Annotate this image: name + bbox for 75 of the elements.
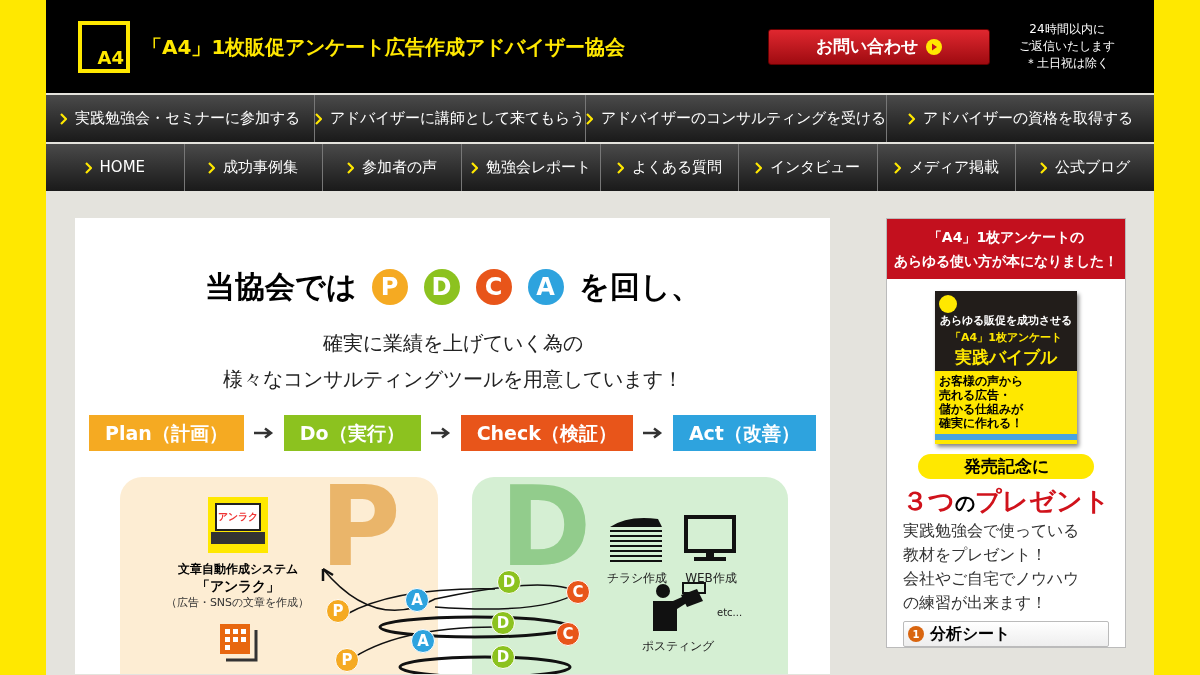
reply-note: ＊土日祝は除く xyxy=(1025,55,1109,72)
headline-text: を回し、 xyxy=(578,268,701,306)
arrow-icon xyxy=(430,427,451,439)
nav-link[interactable]: よくある質問 xyxy=(599,144,739,191)
nav-link[interactable]: メディア掲載 xyxy=(876,144,1016,191)
headline-text: 当協会では xyxy=(204,268,357,306)
nav-link[interactable]: 公式ブログ xyxy=(1015,144,1154,191)
tool-note: （広告・SNSの文章を作成） xyxy=(165,595,310,611)
banner-text: あらゆる使い方が本になりました！ xyxy=(894,252,1118,271)
chevron-icon xyxy=(616,161,624,174)
book-subtitle: 実践バイブル xyxy=(955,346,1057,368)
banner-text: 「A4」1枚アンケートの xyxy=(927,228,1085,247)
step-label: Do（実行） xyxy=(283,415,421,451)
nav-link[interactable]: アドバイザーの資格を取得する xyxy=(885,95,1154,142)
icon-caption: WEB作成 xyxy=(685,570,737,587)
nav-link[interactable]: HOME xyxy=(46,144,184,191)
letter-badge: P xyxy=(371,268,408,305)
site-title: 「A4」1枚販促アンケート広告作成アドバイザー協会 xyxy=(142,33,626,61)
reply-note: ご返信いたします xyxy=(1019,38,1115,55)
subtitle-text: 確実に業績を上げていく為の xyxy=(322,330,583,357)
contact-button[interactable]: お問い合わせ xyxy=(768,28,990,65)
chevron-icon xyxy=(314,112,322,125)
number-badge: 1 xyxy=(908,626,924,642)
book-pitch: 売れる広告・ xyxy=(939,388,1012,402)
letter-badge: A xyxy=(527,268,564,305)
present-headline: ３つのプレゼント xyxy=(902,485,1110,518)
book-pitch: お客様の声から xyxy=(939,374,1024,388)
nav-link[interactable]: 参加者の声 xyxy=(322,144,461,191)
chevron-icon xyxy=(84,161,92,174)
description-text: 教材をプレゼント！ xyxy=(903,544,1048,566)
grid-icon xyxy=(218,622,258,662)
nav-link[interactable]: インタビュー xyxy=(738,144,877,191)
nav-link[interactable]: 実践勉強会・セミナーに参加する xyxy=(46,95,314,142)
subtitle-text: 様々なコンサルティングツールを用意しています！ xyxy=(222,366,683,393)
book-lead: あらゆる販促を成功させる xyxy=(940,313,1072,329)
description-text: 実践勉強会で使っている xyxy=(903,520,1080,542)
panel-letter: D xyxy=(500,485,592,569)
nav-link[interactable]: 成功事例集 xyxy=(183,144,323,191)
chevron-icon xyxy=(347,161,355,174)
nav-link[interactable]: 勉強会レポート xyxy=(460,144,600,191)
icon-caption: ポスティング xyxy=(642,638,714,655)
book-title: 「A4」1枚アンケート xyxy=(950,329,1062,346)
play-icon xyxy=(926,38,942,55)
description-text: の練習が出来ます！ xyxy=(903,592,1048,614)
keyboard-icon xyxy=(211,532,265,544)
letter-badge: C xyxy=(475,268,512,305)
reply-note: 24時間以内に xyxy=(1029,21,1105,38)
chevron-icon xyxy=(907,112,915,125)
chevron-icon xyxy=(59,112,67,125)
arrow-icon xyxy=(642,427,663,439)
gift-label: 分析シート xyxy=(930,623,1010,645)
panel-letter: P xyxy=(320,485,401,569)
etc-text: etc... xyxy=(717,606,743,620)
chevron-icon xyxy=(755,161,763,174)
book-pitch: 儲かる仕組みが xyxy=(939,402,1025,416)
chevron-icon xyxy=(894,161,902,174)
icon-caption: チラシ作成 xyxy=(607,570,667,587)
logo-icon: A4 xyxy=(78,20,130,73)
nav-link[interactable]: アドバイザーのコンサルティングを受ける xyxy=(584,95,886,142)
chevron-icon xyxy=(1040,161,1048,174)
book-pitch: 確実に作れる！ xyxy=(939,416,1024,430)
screen-text: アンラク xyxy=(218,512,258,522)
release-label: 発売記念に xyxy=(918,453,1094,479)
tool-title: 文章自動作成システム xyxy=(177,561,298,577)
description-text: 会社やご自宅でノウハウ xyxy=(903,568,1080,590)
step-label: Plan（計画） xyxy=(89,415,244,451)
tool-name: 「アンラク」 xyxy=(195,577,280,595)
chevron-icon xyxy=(470,161,478,174)
step-label: Act（改善） xyxy=(672,415,816,451)
step-label: Check（検証） xyxy=(460,415,633,451)
chevron-icon xyxy=(585,112,593,125)
nav-link[interactable]: アドバイザーに講師として来てもらう xyxy=(313,95,585,142)
arrow-icon xyxy=(253,427,274,439)
letter-badge: D xyxy=(423,268,460,305)
chevron-icon xyxy=(208,161,216,174)
